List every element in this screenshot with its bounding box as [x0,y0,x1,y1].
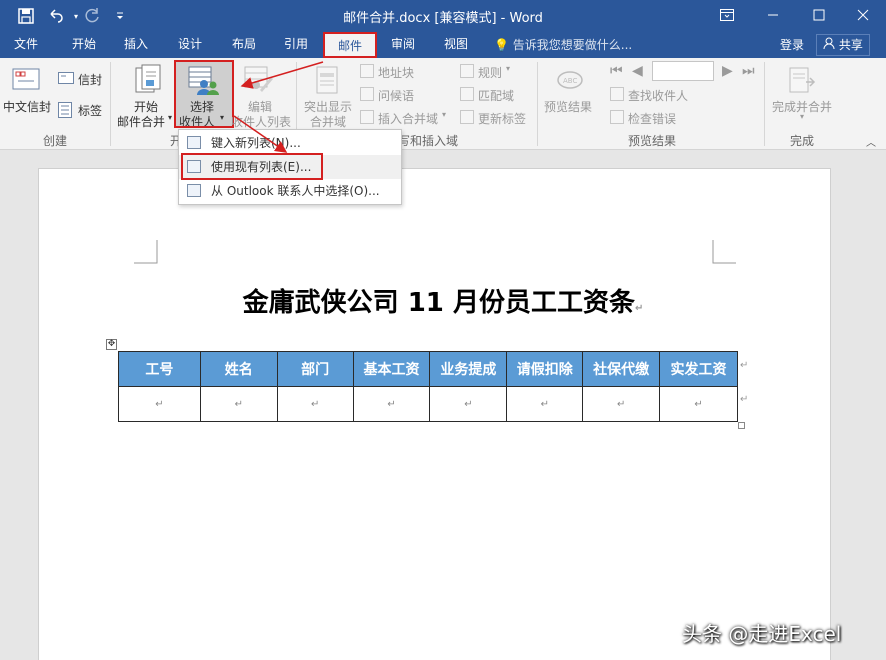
annotation-arrows [233,61,324,153]
watermark: 头条 @走进Excel [682,622,842,646]
arrow-button-to-menu [233,115,288,153]
arrow-tab-to-button [240,61,324,89]
